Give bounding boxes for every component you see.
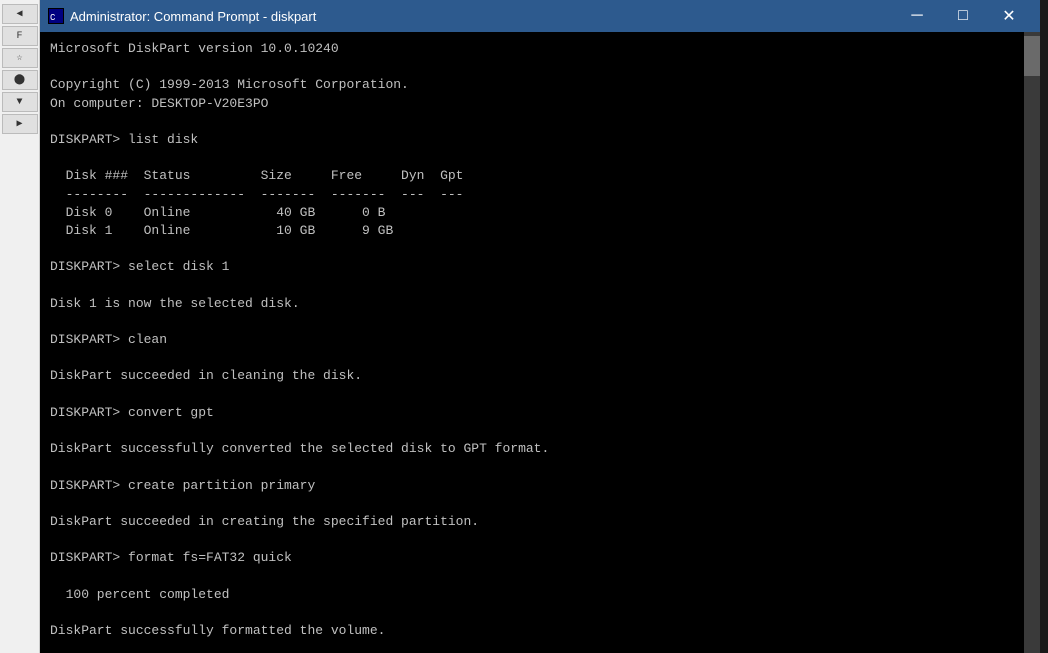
sidebar-icon-4[interactable]: ⬤: [2, 70, 38, 90]
terminal-line: DISKPART> format fs=FAT32 quick: [50, 549, 1030, 567]
terminal-line: Copyright (C) 1999-2013 Microsoft Corpor…: [50, 76, 1030, 94]
sidebar-icon-2[interactable]: F: [2, 26, 38, 46]
terminal-line: DiskPart successfully formatted the volu…: [50, 622, 1030, 640]
sidebar-icon-1[interactable]: ◀: [2, 4, 38, 24]
terminal-line: DiskPart succeeded in creating the speci…: [50, 513, 1030, 531]
terminal-line: [50, 313, 1030, 331]
terminal-line: [50, 640, 1030, 653]
terminal-line: Disk 0 Online 40 GB 0 B: [50, 204, 1030, 222]
terminal-line: Disk ### Status Size Free Dyn Gpt: [50, 167, 1030, 185]
terminal-line: [50, 240, 1030, 258]
svg-text:C: C: [50, 13, 56, 23]
terminal-line: DISKPART> list disk: [50, 131, 1030, 149]
terminal-line: [50, 458, 1030, 476]
terminal-line: [50, 113, 1030, 131]
left-sidebar: ◀ F ☆ ⬤ ▼ ▶: [0, 0, 40, 653]
close-button[interactable]: ✕: [986, 0, 1032, 32]
terminal-line: [50, 422, 1030, 440]
scrollbar[interactable]: [1024, 32, 1040, 653]
terminal-line: [50, 149, 1030, 167]
maximize-button[interactable]: □: [940, 0, 986, 32]
terminal-line: [50, 386, 1030, 404]
terminal-line: [50, 567, 1030, 585]
scrollbar-thumb[interactable]: [1024, 36, 1040, 76]
terminal-line: DISKPART> convert gpt: [50, 404, 1030, 422]
terminal-line: DISKPART> create partition primary: [50, 477, 1030, 495]
terminal-body[interactable]: Microsoft DiskPart version 10.0.10240 Co…: [40, 32, 1040, 653]
command-prompt-window: C Administrator: Command Prompt - diskpa…: [40, 0, 1040, 653]
terminal-line: [50, 531, 1030, 549]
terminal-line: [50, 349, 1030, 367]
terminal-line: DiskPart succeeded in cleaning the disk.: [50, 367, 1030, 385]
minimize-button[interactable]: ─: [894, 0, 940, 32]
terminal-line: [50, 604, 1030, 622]
title-bar: C Administrator: Command Prompt - diskpa…: [40, 0, 1040, 32]
title-bar-left: C Administrator: Command Prompt - diskpa…: [48, 8, 316, 24]
terminal-line: [50, 276, 1030, 294]
terminal-line: [50, 495, 1030, 513]
terminal-line: Disk 1 Online 10 GB 9 GB: [50, 222, 1030, 240]
terminal-line: Disk 1 is now the selected disk.: [50, 295, 1030, 313]
cmd-icon: C: [48, 8, 64, 24]
terminal-line: Microsoft DiskPart version 10.0.10240: [50, 40, 1030, 58]
terminal-line: DISKPART> select disk 1: [50, 258, 1030, 276]
terminal-line: On computer: DESKTOP-V20E3PO: [50, 95, 1030, 113]
terminal-line: DiskPart successfully converted the sele…: [50, 440, 1030, 458]
terminal-line: DISKPART> clean: [50, 331, 1030, 349]
terminal-line: [50, 58, 1030, 76]
terminal-line: -------- ------------- ------- ------- -…: [50, 186, 1030, 204]
window-controls: ─ □ ✕: [894, 0, 1032, 32]
sidebar-icon-5[interactable]: ▼: [2, 92, 38, 112]
sidebar-icon-6[interactable]: ▶: [2, 114, 38, 134]
window-title: Administrator: Command Prompt - diskpart: [70, 9, 316, 24]
sidebar-icon-3[interactable]: ☆: [2, 48, 38, 68]
terminal-line: 100 percent completed: [50, 586, 1030, 604]
